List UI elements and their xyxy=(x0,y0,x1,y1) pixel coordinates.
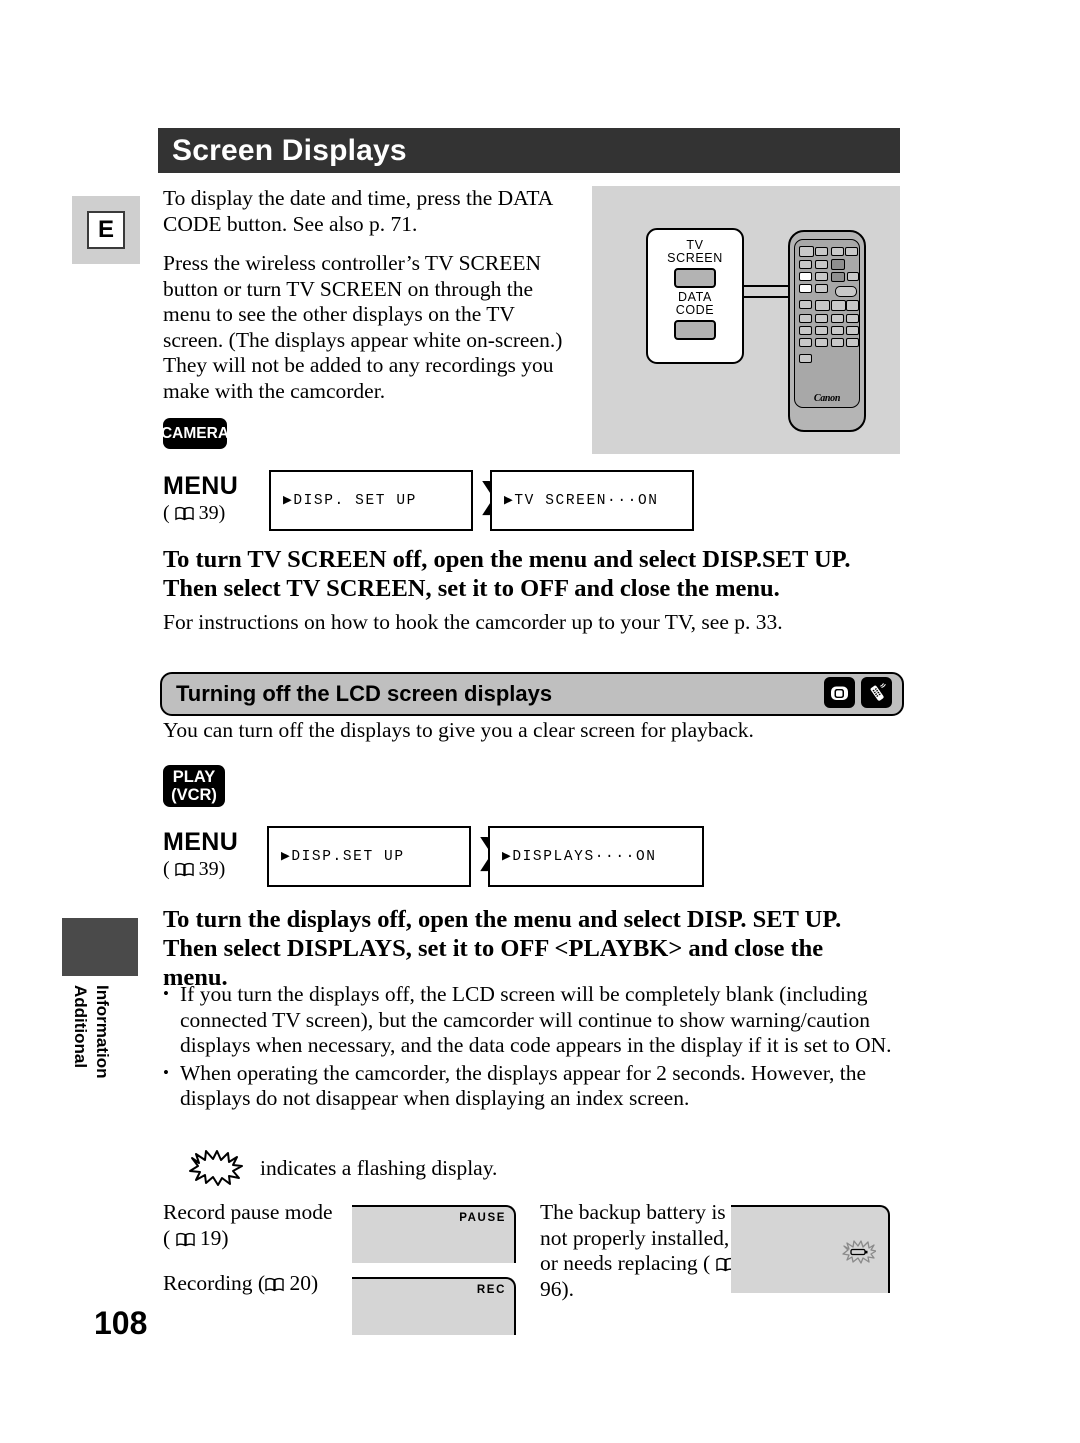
lcd-instruction-text: To turn the displays off, open the menu … xyxy=(163,906,842,991)
example-caption-record-pause: Record pause mode ( 19) xyxy=(163,1200,333,1250)
play-menu-row: MENU ( 39) ▶DISP.SET UP ❯❯ ▶DISPLAYS····… xyxy=(163,826,903,887)
camera-tv-hookup-note: For instructions on how to hook the camc… xyxy=(163,610,783,634)
example-caption-record-pause-text: Record pause mode xyxy=(163,1200,333,1224)
example-caption-recording: Recording ( 20) xyxy=(163,1271,319,1295)
camcorder-screen-icon xyxy=(824,677,855,708)
remote-callout-box: TV SCREEN DATA CODE xyxy=(646,228,744,364)
data-code-label-line2: CODE xyxy=(675,303,715,317)
flashing-display-note-text: indicates a flashing display. xyxy=(260,1155,498,1180)
camera-instruction-text: To turn TV SCREEN off, open the menu and… xyxy=(163,546,851,602)
canon-brand-label: Canon xyxy=(813,393,841,404)
book-icon xyxy=(174,506,194,521)
play-menu-box-1-text: ▶DISP.SET UP xyxy=(281,849,405,865)
tv-screen-button-graphic xyxy=(674,268,716,288)
lcd-example-backup-battery xyxy=(731,1205,890,1293)
list-item: When operating the camcorder, the displa… xyxy=(163,1060,903,1112)
play-menu-pageref-number: 39 xyxy=(198,858,219,880)
play-menu-box-1: ▶DISP.SET UP xyxy=(267,826,471,887)
example-pageref-record-pause: 19 xyxy=(199,1225,222,1250)
sidebar-chapter-label: Additional Information xyxy=(70,985,138,1155)
page-title: Screen Displays xyxy=(172,133,407,167)
example-caption-backup-battery: The backup battery is not properly insta… xyxy=(540,1200,735,1302)
mode-badge-camera: CAMERA xyxy=(160,418,230,449)
lcd-section-icon-group xyxy=(824,677,892,708)
intro-paragraph-1: To display the date and time, press the … xyxy=(163,186,553,236)
language-badge-letter: E xyxy=(87,211,125,249)
lcd-example-rec: REC xyxy=(352,1277,516,1335)
flashing-battery-icon xyxy=(842,1240,876,1264)
remote-keypad-area xyxy=(794,239,860,408)
camera-menu-box-1-text: ▶DISP. SET UP xyxy=(283,493,417,509)
camera-menu-label: MENU xyxy=(163,472,239,500)
data-code-button-graphic xyxy=(674,320,716,340)
camera-menu-row: MENU ( 39) ▶DISP. SET UP ❯❯ ▶TV SCREEN··… xyxy=(163,470,903,531)
mode-badge-play-line1: PLAY xyxy=(172,768,216,786)
lcd-example-pause: PAUSE xyxy=(352,1205,516,1263)
lcd-bullet-list: If you turn the displays off, the LCD sc… xyxy=(163,981,903,1114)
example-caption-backup-battery-text: The backup battery is not properly insta… xyxy=(540,1200,730,1275)
page-title-bar: Screen Displays xyxy=(158,128,900,173)
language-badge: E xyxy=(72,196,140,264)
example-pageref-backup-battery: 96 xyxy=(540,1276,562,1301)
wireless-controller-graphic: Canon xyxy=(788,230,866,432)
camera-menu-box-2: ▶TV SCREEN···ON xyxy=(490,470,694,531)
sidebar-chapter-label-line2: Information xyxy=(93,985,112,1079)
camera-menu-pageref: ( 39) xyxy=(163,502,226,524)
mode-badge-play-vcr: PLAY (VCR) xyxy=(163,765,225,807)
sidebar-chapter-label-line1: Additional xyxy=(71,985,90,1069)
play-menu-label: MENU xyxy=(163,828,239,856)
mode-badge-camera-label: CAMERA xyxy=(160,424,230,442)
lcd-section-intro: You can turn off the displays to give yo… xyxy=(163,718,754,742)
camera-menu-box-2-text: ▶TV SCREEN···ON xyxy=(504,493,659,509)
lcd-example-rec-text: REC xyxy=(476,1284,506,1296)
book-icon xyxy=(265,1277,284,1292)
tv-screen-label-line2: SCREEN xyxy=(667,251,723,265)
example-pageref-recording: 20 xyxy=(289,1271,311,1295)
play-menu-box-2-text: ▶DISPLAYS····ON xyxy=(502,849,657,865)
example-caption-recording-text: Recording ( xyxy=(163,1271,266,1295)
play-menu-box-2: ▶DISPLAYS····ON xyxy=(488,826,704,887)
lcd-example-pause-text: PAUSE xyxy=(459,1212,506,1224)
page-number: 108 xyxy=(94,1305,148,1341)
starburst-flash-icon xyxy=(189,1150,243,1186)
book-icon xyxy=(174,862,194,877)
flashing-display-note: indicates a flashing display. xyxy=(186,1148,497,1188)
lcd-section-title: Turning off the LCD screen displays xyxy=(176,681,553,706)
remote-illustration-panel: TV SCREEN DATA CODE Canon xyxy=(592,186,900,454)
camera-menu-pageref-number: 39 xyxy=(198,502,219,524)
intro-text-block: To display the date and time, press the … xyxy=(163,186,573,418)
play-menu-pageref: ( 39) xyxy=(163,858,226,880)
sidebar-chapter-tab xyxy=(62,918,138,976)
camera-menu-box-1: ▶DISP. SET UP xyxy=(269,470,473,531)
wireless-controller-icon xyxy=(861,677,892,708)
lcd-section-header: Turning off the LCD screen displays xyxy=(160,672,904,716)
list-item: If you turn the displays off, the LCD sc… xyxy=(163,981,903,1059)
mode-badge-play-line2: (VCR) xyxy=(171,786,217,804)
book-icon xyxy=(175,1232,195,1246)
intro-paragraph-2: Press the wireless controller’s TV SCREE… xyxy=(163,251,563,403)
